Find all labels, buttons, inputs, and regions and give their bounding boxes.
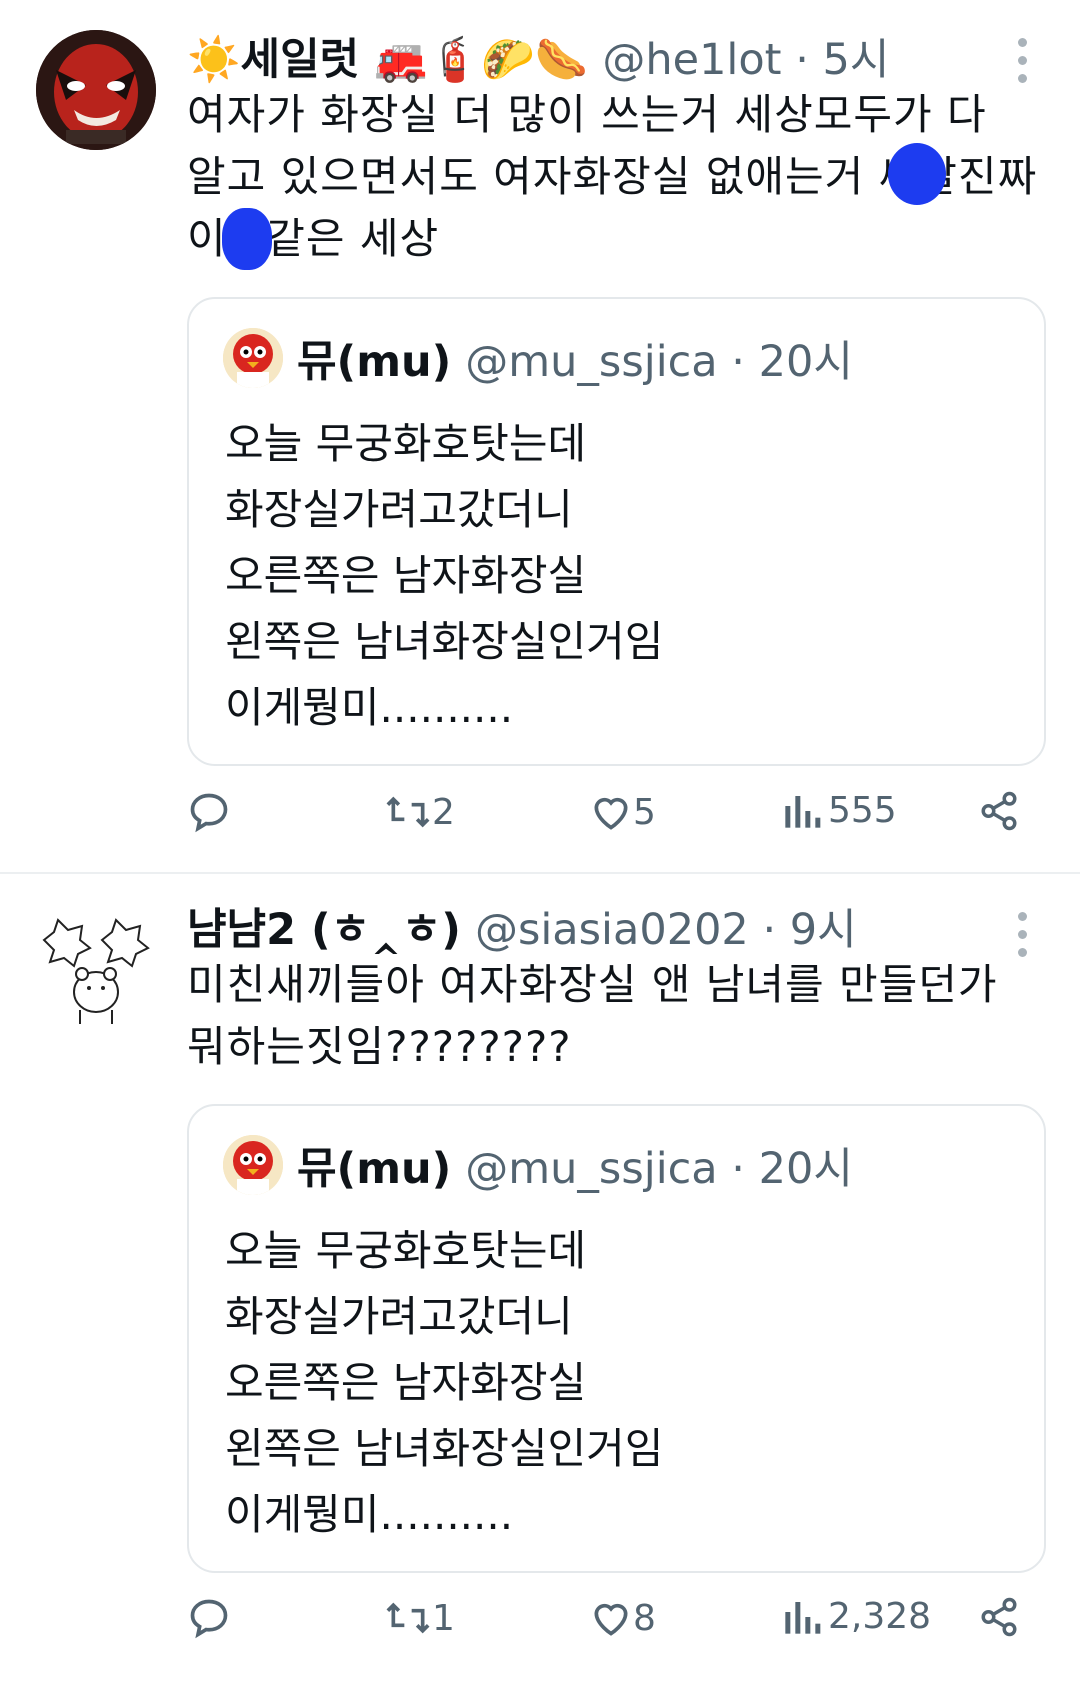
quote-line: 이게뭥미.......... bbox=[225, 1490, 514, 1539]
reply-button[interactable] bbox=[187, 1596, 231, 1640]
avatar-image bbox=[42, 918, 150, 1024]
share-icon bbox=[981, 1597, 1017, 1637]
censor-mark bbox=[888, 143, 946, 205]
display-name[interactable]: ☀️세일럿 🚒🧯🌮🌭 bbox=[187, 25, 588, 87]
quote-line: 오른쪽은 남자화장실 bbox=[225, 551, 587, 600]
quote-avatar[interactable] bbox=[223, 1135, 283, 1195]
like-button[interactable]: 5 bbox=[589, 790, 656, 834]
quote-header: 뮤(mu) @mu_ssjica · 20시 bbox=[223, 1134, 853, 1196]
share-button[interactable] bbox=[978, 1596, 1020, 1638]
quote-avatar-image bbox=[223, 1135, 283, 1195]
quoted-tweet[interactable]: 뮤(mu) @mu_ssjica · 20시 오늘 무궁화호탓는데 화장실가려고… bbox=[187, 1104, 1046, 1573]
tweet-header: 냠냠2 (ㅎ‸ㅎ) @siasia0202 · 9시 bbox=[187, 895, 1000, 957]
reply-button[interactable] bbox=[187, 790, 231, 834]
quote-line: 화장실가려고갔더니 bbox=[225, 485, 573, 534]
tweet-line: 뭐하는짓임???????? bbox=[187, 1022, 572, 1071]
retweet-count: 1 bbox=[432, 1597, 455, 1639]
tweet-actions: 1 8 2,328 bbox=[187, 1596, 1027, 1656]
quote-avatar[interactable] bbox=[223, 328, 283, 388]
avatar-siasia[interactable] bbox=[36, 912, 156, 1032]
tweet-line: 이딴같은 세상 bbox=[187, 214, 440, 263]
handle-time[interactable]: @he1lot · 5시 bbox=[602, 25, 889, 87]
views-count: 2,328 bbox=[828, 1596, 932, 1637]
tweet-header: ☀️세일럿 🚒🧯🌮🌭 @he1lot · 5시 bbox=[187, 25, 1000, 87]
quote-line: 왼쪽은 남녀화장실인거임 bbox=[225, 1424, 664, 1473]
censor-mark bbox=[222, 208, 272, 270]
quote-avatar-image bbox=[223, 328, 283, 388]
quote-text: 오늘 무궁화호탓는데 화장실가려고갔더니 오른쪽은 남자화장실 왼쪽은 남녀화장… bbox=[225, 411, 663, 741]
like-count: 5 bbox=[633, 791, 656, 833]
tweet-2[interactable]: 냠냠2 (ㅎ‸ㅎ) @siasia0202 · 9시 미친새끼들아 여자화장실 … bbox=[0, 874, 1080, 1681]
like-count: 8 bbox=[633, 1597, 656, 1639]
quote-line: 오른쪽은 남자화장실 bbox=[225, 1358, 587, 1407]
avatar-heilot[interactable] bbox=[36, 30, 156, 150]
quote-line: 오늘 무궁화호탓는데 bbox=[225, 1226, 587, 1275]
handle-time[interactable]: @siasia0202 · 9시 bbox=[475, 895, 857, 957]
retweet-button[interactable]: 2 bbox=[384, 790, 455, 834]
retweet-icon bbox=[386, 1602, 430, 1634]
heart-icon bbox=[594, 797, 628, 830]
tweet-actions: 2 5 555 bbox=[187, 790, 1027, 850]
quote-text: 오늘 무궁화호탓는데 화장실가려고갔더니 오른쪽은 남자화장실 왼쪽은 남녀화장… bbox=[225, 1218, 663, 1548]
heart-icon bbox=[594, 1603, 628, 1636]
share-button[interactable] bbox=[978, 790, 1020, 832]
retweet-count: 2 bbox=[432, 791, 455, 833]
reply-icon bbox=[190, 1599, 228, 1639]
views-icon bbox=[785, 795, 821, 828]
views-button[interactable]: 555 bbox=[782, 790, 897, 831]
like-button[interactable]: 8 bbox=[589, 1596, 656, 1640]
quote-name[interactable]: 뮤(mu) bbox=[297, 1134, 451, 1196]
views-button[interactable]: 2,328 bbox=[782, 1596, 931, 1637]
tweet-line: 미친새끼들아 여자화장실 앤 남녀를 만들던가 bbox=[187, 960, 998, 1009]
quote-line: 화장실가려고갔더니 bbox=[225, 1292, 573, 1341]
share-icon bbox=[981, 791, 1017, 831]
display-name[interactable]: 냠냠2 (ㅎ‸ㅎ) bbox=[187, 895, 461, 957]
quoted-tweet[interactable]: 뮤(mu) @mu_ssjica · 20시 오늘 무궁화호탓는데 화장실가려고… bbox=[187, 297, 1046, 766]
quote-line: 왼쪽은 남녀화장실인거임 bbox=[225, 617, 664, 666]
quote-line: 오늘 무궁화호탓는데 bbox=[225, 419, 587, 468]
views-count: 555 bbox=[828, 790, 897, 831]
tweet-text: 미친새끼들아 여자화장실 앤 남녀를 만들던가 뭐하는짓임???????? bbox=[187, 954, 1040, 1078]
quote-header: 뮤(mu) @mu_ssjica · 20시 bbox=[223, 327, 853, 389]
reply-icon bbox=[190, 793, 228, 833]
quote-line: 이게뭥미.......... bbox=[225, 683, 514, 732]
tweet-1[interactable]: ☀️세일럿 🚒🧯🌮🌭 @he1lot · 5시 여자가 화장실 더 많이 쓰는거… bbox=[0, 0, 1080, 874]
retweet-icon bbox=[386, 796, 430, 828]
retweet-button[interactable]: 1 bbox=[384, 1596, 455, 1640]
views-icon bbox=[785, 1601, 821, 1634]
quote-name[interactable]: 뮤(mu) bbox=[297, 327, 451, 389]
tweet-line: 여자가 화장실 더 많이 쓰는거 세상모두가 다 bbox=[187, 90, 987, 139]
quote-handle-time[interactable]: @mu_ssjica · 20시 bbox=[465, 327, 853, 389]
quote-handle-time[interactable]: @mu_ssjica · 20시 bbox=[465, 1134, 853, 1196]
avatar-image bbox=[36, 30, 156, 150]
